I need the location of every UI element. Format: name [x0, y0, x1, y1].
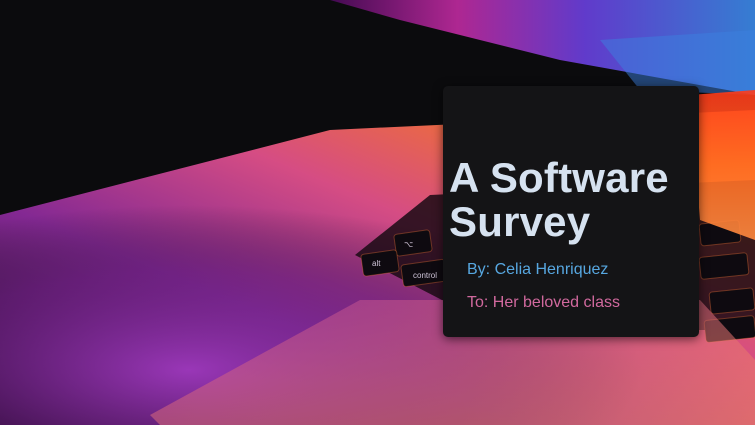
key-label-option-symbol: ⌥ [404, 240, 413, 249]
key-label-control: control [413, 271, 437, 280]
key-label-alt: alt [372, 259, 381, 268]
author-line: By: Celia Henriquez [467, 261, 609, 278]
presentation-slide: ⌥ alt control A Software Survey By: Celi… [0, 0, 755, 425]
title-card: A Software Survey By: Celia Henriquez To… [443, 86, 699, 337]
slide-title: A Software Survey [449, 154, 669, 245]
audience-line: To: Her beloved class [467, 294, 620, 311]
